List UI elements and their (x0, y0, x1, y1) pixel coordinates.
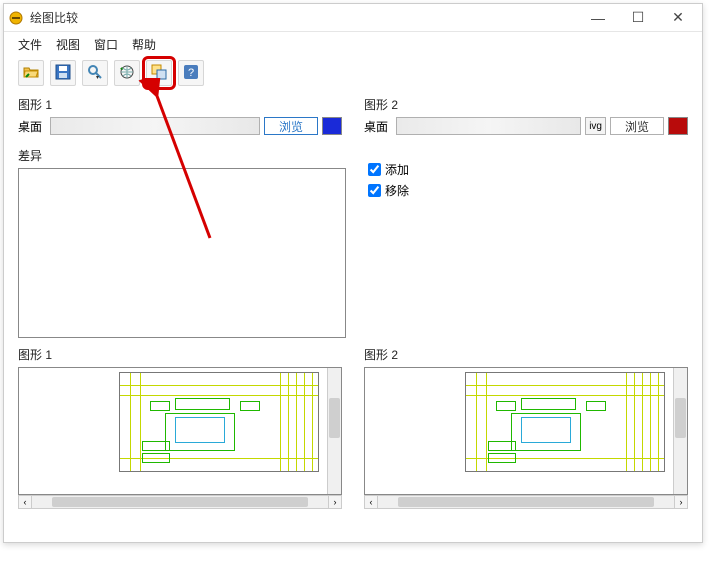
shape2-path-input[interactable] (396, 117, 581, 135)
preview1-vscroll[interactable] (327, 368, 341, 494)
preview1-label: 图形 1 (18, 346, 342, 363)
compare-icon (150, 63, 168, 84)
shape2-path-label: 桌面 (364, 118, 392, 135)
diff-options-column: 添加 移除 (368, 143, 409, 338)
shape2-ext-tag: ivg (585, 117, 606, 135)
preview1-viewport[interactable] (19, 368, 327, 494)
save-icon (54, 63, 72, 84)
help-icon: ? (182, 63, 200, 84)
app-icon (8, 10, 24, 26)
add-checkbox-row[interactable]: 添加 (368, 161, 409, 178)
preview2-section: 图形 2 (364, 342, 688, 509)
shape2-color-swatch[interactable] (668, 117, 688, 135)
shape1-color-swatch[interactable] (322, 117, 342, 135)
remove-checkbox-row[interactable]: 移除 (368, 182, 409, 199)
preview2-viewport[interactable] (365, 368, 673, 494)
shape1-browse-button[interactable]: 浏览 (264, 117, 318, 135)
diff-box (18, 168, 346, 338)
preview2-hscroll[interactable]: ‹ › (364, 495, 688, 509)
preview1-hscroll-track[interactable] (32, 495, 328, 509)
remove-checkbox-label: 移除 (385, 182, 409, 199)
shape2-section: 图形 2 桌面 ivg 浏览 (364, 92, 688, 135)
shape1-path-label: 桌面 (18, 118, 46, 135)
refresh-globe-icon (118, 63, 136, 84)
window-minimize-button[interactable]: — (578, 5, 618, 31)
preview1-hscroll-left-button[interactable]: ‹ (18, 495, 32, 509)
preview2-hscroll-right-button[interactable]: › (674, 495, 688, 509)
preview2-hscroll-track[interactable] (378, 495, 674, 509)
window-close-button[interactable]: ✕ (658, 5, 698, 31)
preview1-frame (18, 367, 342, 495)
preview1-hscroll[interactable]: ‹ › (18, 495, 342, 509)
diff-label: 差异 (18, 147, 346, 164)
zoom-button[interactable]: ▾ (82, 60, 108, 86)
cad-drawing-1 (119, 372, 319, 472)
cad-drawing-2 (465, 372, 665, 472)
preview1-section: 图形 1 (18, 342, 342, 509)
preview2-label: 图形 2 (364, 346, 688, 363)
diff-left-column: 差异 (18, 143, 346, 338)
shape1-path-input[interactable] (50, 117, 260, 135)
content-area: 图形 1 桌面 浏览 图形 2 桌面 ivg 浏览 (4, 92, 702, 542)
shape2-label: 图形 2 (364, 96, 688, 113)
menu-window[interactable]: 窗口 (94, 36, 118, 53)
remove-checkbox[interactable] (368, 184, 381, 197)
refresh-button[interactable] (114, 60, 140, 86)
app-window: 绘图比较 — ☐ ✕ 文件 视图 窗口 帮助 ▾ (3, 3, 703, 543)
folder-open-icon (22, 63, 40, 84)
preview2-hscroll-left-button[interactable]: ‹ (364, 495, 378, 509)
svg-text:?: ? (188, 67, 194, 79)
shape1-section: 图形 1 桌面 浏览 (18, 92, 342, 135)
open-button[interactable] (18, 60, 44, 86)
window-title: 绘图比较 (30, 9, 578, 26)
toolbar: ▾ ? (4, 56, 702, 92)
menu-view[interactable]: 视图 (56, 36, 80, 53)
titlebar: 绘图比较 — ☐ ✕ (4, 4, 702, 32)
window-maximize-button[interactable]: ☐ (618, 5, 658, 31)
menu-file[interactable]: 文件 (18, 36, 42, 53)
menu-help[interactable]: 帮助 (132, 36, 156, 53)
magnifier-icon: ▾ (86, 63, 104, 84)
save-button[interactable] (50, 60, 76, 86)
menubar: 文件 视图 窗口 帮助 (4, 32, 702, 56)
shape1-label: 图形 1 (18, 96, 342, 113)
preview2-vscroll[interactable] (673, 368, 687, 494)
compare-drawings-button[interactable] (146, 60, 172, 86)
preview2-frame (364, 367, 688, 495)
svg-text:▾: ▾ (96, 75, 99, 81)
add-checkbox-label: 添加 (385, 161, 409, 178)
preview1-hscroll-right-button[interactable]: › (328, 495, 342, 509)
shape2-browse-button[interactable]: 浏览 (610, 117, 664, 135)
add-checkbox[interactable] (368, 163, 381, 176)
help-button[interactable]: ? (178, 60, 204, 86)
